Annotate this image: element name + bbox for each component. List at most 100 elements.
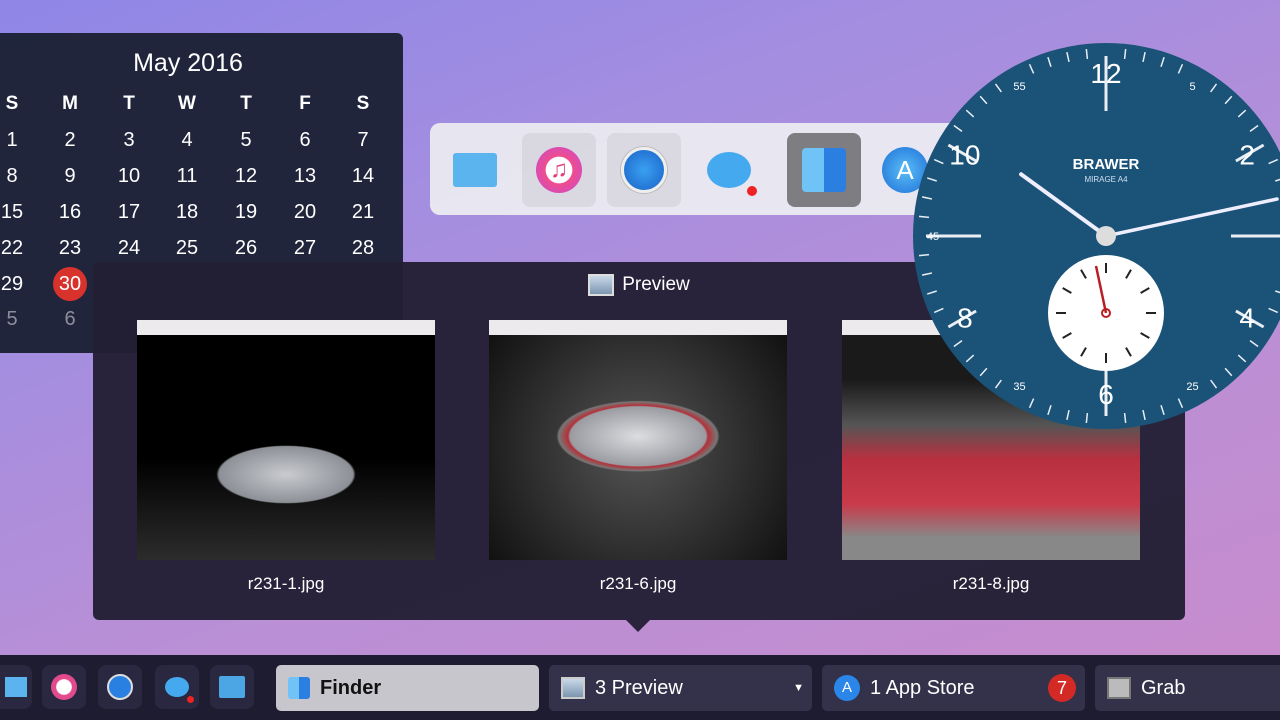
taskbar-folder[interactable] bbox=[0, 665, 32, 709]
notification-badge: 7 bbox=[1048, 674, 1076, 702]
dock-folder[interactable] bbox=[438, 133, 512, 207]
calendar-day[interactable]: 12 bbox=[226, 165, 266, 188]
grab-label: Grab bbox=[1141, 676, 1186, 699]
clock-numeral: 5 bbox=[1189, 81, 1195, 93]
calendar-day[interactable]: 29 bbox=[0, 273, 32, 296]
dock-itunes[interactable]: ♫ bbox=[522, 133, 596, 207]
taskbar-downloads[interactable] bbox=[210, 665, 254, 709]
clock-numeral: 8 bbox=[957, 303, 973, 334]
dock-messages[interactable] bbox=[692, 133, 766, 207]
calendar-day[interactable]: 20 bbox=[285, 201, 325, 224]
folder-icon bbox=[5, 677, 27, 697]
taskbar-safari[interactable] bbox=[98, 665, 142, 709]
calendar-day[interactable]: 27 bbox=[285, 237, 325, 260]
grab-icon bbox=[1107, 677, 1131, 699]
thumbnail-label: r231-8.jpg bbox=[952, 574, 1030, 593]
clock-numeral: 55 bbox=[1013, 81, 1025, 93]
folder-icon bbox=[453, 153, 497, 187]
clock-numeral: 35 bbox=[1013, 381, 1025, 393]
calendar-day[interactable]: 11 bbox=[167, 165, 207, 188]
clock-numeral: 6 bbox=[1098, 379, 1114, 410]
calendar-day[interactable]: 25 bbox=[167, 237, 207, 260]
app-switcher-dock: ♫ A bbox=[430, 123, 970, 215]
app-store-icon: A bbox=[834, 675, 860, 701]
calendar-day[interactable]: 26 bbox=[226, 237, 266, 260]
clock-model: MIRAGE A4 bbox=[1084, 175, 1128, 184]
weekday-header: W bbox=[178, 93, 196, 114]
itunes-icon bbox=[51, 674, 77, 700]
calendar-day[interactable]: 28 bbox=[343, 237, 383, 260]
dock-finder[interactable] bbox=[787, 133, 861, 207]
window-thumbnail-1[interactable] bbox=[137, 320, 435, 560]
calendar-day[interactable]: 14 bbox=[343, 165, 383, 188]
chevron-down-icon[interactable]: ▼ bbox=[793, 682, 804, 694]
taskbar-messages[interactable] bbox=[155, 665, 199, 709]
clock-numeral: 45 bbox=[927, 231, 939, 243]
weekday-header: S bbox=[356, 93, 370, 114]
weekday-header: F bbox=[299, 93, 311, 114]
calendar-day[interactable]: 15 bbox=[0, 201, 32, 224]
folder-icon bbox=[219, 676, 245, 698]
calendar-title: May 2016 bbox=[133, 49, 243, 77]
clock-center bbox=[1096, 226, 1116, 246]
clock-tick bbox=[918, 215, 930, 219]
itunes-icon: ♫ bbox=[536, 147, 582, 193]
calendar-day[interactable]: 3 bbox=[109, 129, 149, 152]
weekday-header: S bbox=[5, 93, 19, 114]
clock-tick bbox=[1123, 48, 1127, 60]
calendar-day[interactable]: 4 bbox=[167, 129, 207, 152]
preview-label: 3 Preview bbox=[595, 676, 683, 699]
clock-numeral: 10 bbox=[949, 140, 980, 171]
thumbnail-label: r231-6.jpg bbox=[599, 574, 677, 593]
calendar-day[interactable]: 21 bbox=[343, 201, 383, 224]
thumbnail-label: r231-1.jpg bbox=[247, 574, 325, 593]
clock-tick bbox=[1085, 412, 1089, 424]
messages-icon bbox=[707, 152, 757, 196]
clock-brand: BRAWER bbox=[1073, 156, 1140, 173]
clock-numeral: 2 bbox=[1239, 140, 1255, 171]
calendar-day[interactable]: 2 bbox=[50, 129, 90, 152]
calendar-day[interactable]: 18 bbox=[167, 201, 207, 224]
calendar-day[interactable]: 30 bbox=[53, 267, 87, 301]
safari-icon bbox=[107, 674, 133, 700]
taskbar-itunes[interactable] bbox=[42, 665, 86, 709]
clock-numeral: 12 bbox=[1090, 58, 1121, 89]
taskbar: Finder 3 Preview ▼ A 1 App Store 7 Grab bbox=[0, 655, 1280, 720]
calendar-day[interactable]: 5 bbox=[0, 308, 32, 331]
messages-icon bbox=[165, 677, 194, 703]
preview-title: Preview bbox=[622, 274, 690, 295]
calendar-day[interactable]: 13 bbox=[285, 165, 325, 188]
weekday-header: T bbox=[240, 93, 252, 114]
calendar-day[interactable]: 10 bbox=[109, 165, 149, 188]
taskbar-grab-button[interactable]: Grab bbox=[1095, 665, 1280, 711]
preview-app-icon bbox=[588, 274, 615, 296]
calendar-day[interactable]: 1 bbox=[0, 129, 32, 152]
app-store-label: 1 App Store bbox=[870, 676, 975, 699]
clock-tick bbox=[918, 253, 930, 257]
safari-icon bbox=[621, 147, 667, 193]
calendar-day[interactable]: 22 bbox=[0, 237, 32, 260]
preview-icon bbox=[561, 677, 585, 699]
clock-tick bbox=[1085, 48, 1089, 60]
calendar-day[interactable]: 16 bbox=[50, 201, 90, 224]
window-thumbnail-2[interactable] bbox=[489, 320, 787, 560]
calendar-day[interactable]: 6 bbox=[285, 129, 325, 152]
calendar-day[interactable]: 6 bbox=[50, 308, 90, 331]
taskbar-preview-button[interactable]: 3 Preview ▼ bbox=[549, 665, 812, 711]
clock-numeral: 4 bbox=[1239, 303, 1255, 334]
calendar-day[interactable]: 7 bbox=[343, 129, 383, 152]
calendar-day[interactable]: 8 bbox=[0, 165, 32, 188]
taskbar-finder-button[interactable]: Finder bbox=[276, 665, 539, 711]
calendar-day[interactable]: 19 bbox=[226, 201, 266, 224]
dock-safari[interactable] bbox=[607, 133, 681, 207]
taskbar-app-store-button[interactable]: A 1 App Store 7 bbox=[822, 665, 1085, 711]
calendar-day[interactable]: 23 bbox=[50, 237, 90, 260]
calendar-day[interactable]: 5 bbox=[226, 129, 266, 152]
clock-widget: BRAWER MIRAGE A4 12 2 4 6 8 10 5 25 35 45 55 bbox=[913, 43, 1280, 429]
finder-icon bbox=[802, 148, 846, 192]
clock-numeral: 25 bbox=[1186, 381, 1198, 393]
calendar-day[interactable]: 9 bbox=[50, 165, 90, 188]
weekday-header: M bbox=[62, 93, 78, 114]
calendar-day[interactable]: 24 bbox=[109, 237, 149, 260]
calendar-day[interactable]: 17 bbox=[109, 201, 149, 224]
